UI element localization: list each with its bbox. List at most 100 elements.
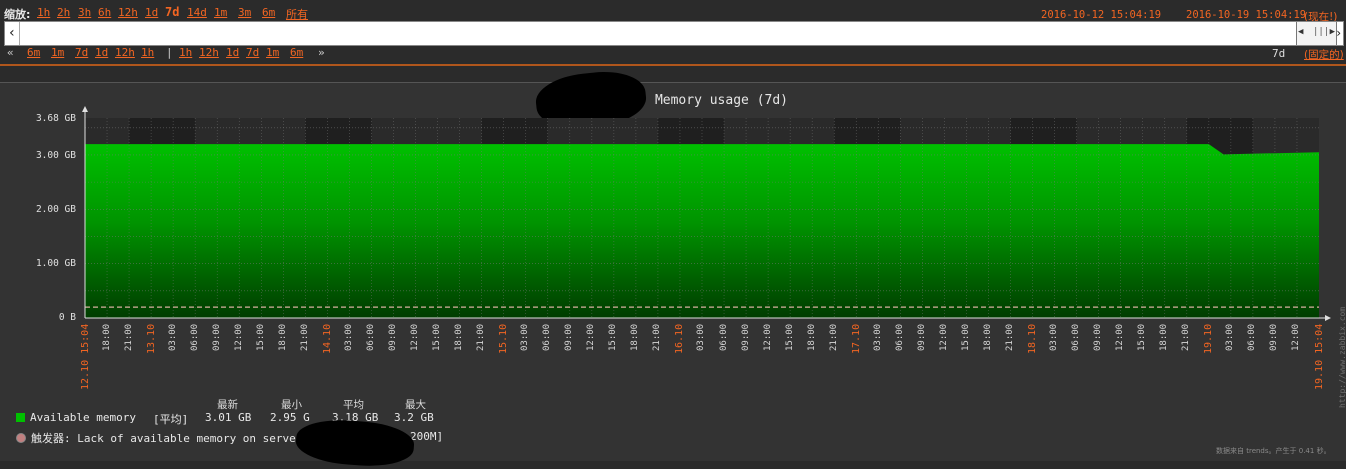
fwd-1d[interactable]: 1d: [226, 46, 239, 59]
zoom-6h[interactable]: 6h: [98, 6, 111, 19]
fwd-12h[interactable]: 12h: [199, 46, 219, 59]
x-tick-label: 12:00: [1115, 323, 1126, 351]
period-value: 7d: [1272, 47, 1286, 60]
handle-grip-icon[interactable]: |||: [1313, 27, 1329, 37]
x-tick-label: 06:00: [365, 323, 376, 351]
x-tick-label: 18:00: [806, 323, 817, 351]
watermark-link: http://www.zabbix.com: [1338, 306, 1346, 408]
back-arrows-icon[interactable]: «: [7, 46, 14, 59]
y-tick-2gb: 2.00 GB: [35, 204, 76, 215]
timeline-scrollbar[interactable]: ‹ ◀ ||| ▶ ›: [4, 21, 1344, 46]
trigger-icon: [16, 433, 26, 443]
back-12h[interactable]: 12h: [115, 46, 135, 59]
x-tick-label: 21:00: [123, 323, 134, 351]
legend-header-min: 最小: [281, 399, 302, 411]
x-tick-label: 15.10: [498, 323, 510, 354]
handle-left-grip-icon[interactable]: ◀: [1298, 27, 1303, 37]
legend-header-max: 最大: [405, 399, 426, 411]
zoom-2h[interactable]: 2h: [57, 6, 70, 19]
x-tick-label: 06:00: [542, 323, 553, 351]
x-tick-label: 15:00: [608, 323, 619, 351]
zoom-all[interactable]: 所有: [286, 6, 308, 22]
fwd-1m[interactable]: 1m: [266, 46, 279, 59]
legend-series-row: Available memory: [16, 411, 136, 424]
x-tick-label: 06:00: [1071, 323, 1082, 351]
x-tick-label: 21:00: [828, 323, 839, 351]
x-tick-label: 18:00: [277, 323, 288, 351]
scroll-handle[interactable]: ◀ ||| ▶: [1296, 22, 1337, 45]
x-tick-label: 21:00: [652, 323, 663, 351]
x-tick-label: 03:00: [167, 323, 178, 351]
x-tick-label: 12.10 15:04: [80, 323, 91, 390]
x-tick-label: 18:00: [1159, 323, 1170, 351]
fwd-6m[interactable]: 6m: [290, 46, 303, 59]
range-to: 2016-10-19 15:04:19: [1186, 9, 1307, 21]
x-tick-label: 12:00: [233, 323, 244, 351]
zoom-3m[interactable]: 3m: [238, 6, 251, 19]
x-tick-label: 03:00: [1049, 323, 1060, 351]
x-tick-label: 15:00: [960, 323, 971, 351]
graph-panel: ppl1: Memory usage (7d) 3.68 GB 3.00 GB …: [0, 67, 1346, 469]
zoom-1h[interactable]: 1h: [37, 6, 50, 19]
y-tick-0: 0 B: [58, 312, 76, 323]
x-tick-label: 15:00: [432, 323, 443, 351]
x-tick-label: 09:00: [211, 323, 222, 351]
x-tick-label: 03:00: [520, 323, 531, 351]
zoom-14d[interactable]: 14d: [187, 6, 207, 19]
navigation-bar: « 6m 1m 7d 1d 12h 1h | 1h 12h 1d 7d 1m 6…: [0, 46, 1346, 62]
fwd-1h[interactable]: 1h: [179, 46, 192, 59]
x-tick-label: 15:00: [784, 323, 795, 351]
legend-trigger-prefix: 触发器: Lack of available memory on server: [31, 432, 303, 445]
x-tick-label: 12:00: [762, 323, 773, 351]
x-tick-label: 18:00: [630, 323, 641, 351]
back-1m[interactable]: 1m: [51, 46, 64, 59]
legend-latest: 3.01 GB: [205, 411, 252, 424]
x-tick-label: 21:00: [299, 323, 310, 351]
x-tick-label: 12:00: [1291, 323, 1302, 351]
scroll-right-icon[interactable]: ›: [1335, 22, 1343, 45]
fixed-toggle[interactable]: (固定的): [1304, 47, 1344, 62]
zoom-3h[interactable]: 3h: [78, 6, 91, 19]
zoom-1m[interactable]: 1m: [214, 6, 227, 19]
x-tick-label: 06:00: [894, 323, 905, 351]
y-tick-3gb: 3.00 GB: [35, 150, 76, 161]
y-tick-1gb: 1.00 GB: [35, 258, 76, 269]
x-tick-label: 18:00: [101, 323, 112, 351]
x-tick-label: 03:00: [1225, 323, 1236, 351]
memory-area: [85, 144, 1319, 318]
x-tick-label: 09:00: [740, 323, 751, 351]
x-tick-label: 15:00: [1137, 323, 1148, 351]
back-1d[interactable]: 1d: [95, 46, 108, 59]
back-7d[interactable]: 7d: [75, 46, 88, 59]
scroll-left-icon[interactable]: ‹: [5, 22, 20, 45]
zoom-6m[interactable]: 6m: [262, 6, 275, 19]
back-6m[interactable]: 6m: [27, 46, 40, 59]
x-tick-label: 14.10: [321, 323, 333, 354]
x-axis-arrow-icon: [1325, 315, 1331, 321]
x-tick-label: 06:00: [189, 323, 200, 351]
x-tick-label: 19.10: [1203, 323, 1215, 354]
nav-separator: |: [166, 46, 173, 59]
legend-trigger-row: 触发器: Lack of available memory on server: [16, 430, 302, 446]
zoom-1d[interactable]: 1d: [145, 6, 158, 19]
fwd-arrows-icon[interactable]: »: [318, 46, 325, 59]
fwd-7d[interactable]: 7d: [246, 46, 259, 59]
x-tick-label: 09:00: [1093, 323, 1104, 351]
x-tick-label: 06:00: [1247, 323, 1258, 351]
zoom-12h[interactable]: 12h: [118, 6, 138, 19]
x-tick-label: 12:00: [938, 323, 949, 351]
back-1h[interactable]: 1h: [141, 46, 154, 59]
x-tick-label: 19.10 15:04: [1314, 323, 1325, 390]
x-tick-label: 09:00: [916, 323, 927, 351]
legend-max: 3.2 GB: [394, 411, 434, 424]
x-tick-label: 12:00: [410, 323, 421, 351]
legend-agg: [平均]: [153, 413, 189, 426]
zoom-label: 缩放:: [4, 8, 31, 21]
zoom-7d-active[interactable]: 7d: [165, 5, 179, 19]
x-tick-label: 03:00: [343, 323, 354, 351]
x-tick-label: 16.10: [674, 323, 686, 354]
x-tick-label: 17.10: [850, 323, 862, 354]
y-axis-arrow-icon: [82, 106, 88, 112]
memory-chart: [82, 106, 1331, 321]
x-tick-label: 21:00: [1181, 323, 1192, 351]
